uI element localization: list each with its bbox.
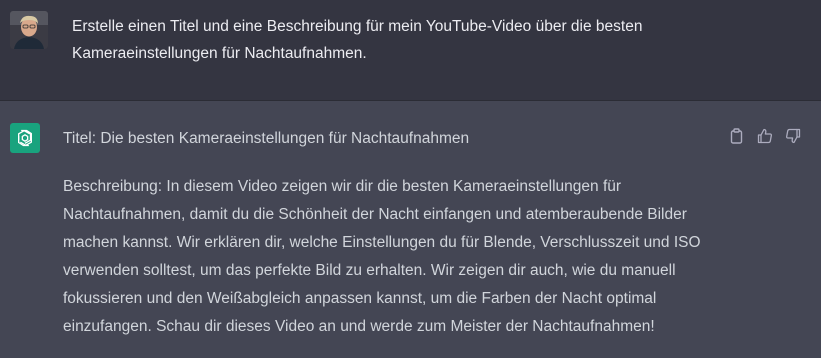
answer-description: Beschreibung: In diesem Video zeigen wir…	[63, 173, 753, 341]
user-message-line: Erstelle einen Titel und eine Beschreibu…	[72, 18, 643, 35]
description-line: Beschreibung: In diesem Video zeigen wir…	[63, 178, 622, 195]
user-message-line: Kameraeinstellungen für Nachtaufnahmen.	[72, 45, 367, 62]
thumbs-down-button[interactable]	[784, 127, 801, 144]
user-avatar	[10, 11, 48, 49]
assistant-message-text: Titel: Die besten Kameraeinstellungen fü…	[63, 125, 753, 341]
thumbs-up-button[interactable]	[756, 127, 773, 144]
description-line: machen kannst. Wir erklären dir, welche …	[63, 234, 701, 251]
assistant-avatar	[10, 123, 40, 153]
copy-button[interactable]	[728, 127, 745, 144]
thumbs-up-icon	[757, 128, 772, 143]
description-line: Nachtaufnahmen, damit du die Schönheit d…	[63, 206, 687, 223]
description-line: fokussieren und den Weißabgleich anpasse…	[63, 290, 657, 307]
message-actions	[728, 127, 801, 144]
chat-thread: Erstelle einen Titel und eine Beschreibu…	[0, 0, 821, 358]
description-line: verwenden solltest, um das perfekte Bild…	[63, 262, 676, 279]
user-message-row: Erstelle einen Titel und eine Beschreibu…	[0, 0, 821, 101]
answer-title-line: Titel: Die besten Kameraeinstellungen fü…	[63, 130, 470, 147]
copy-icon	[730, 127, 743, 144]
description-line: einzufangen. Schau dir dieses Video an u…	[63, 318, 655, 335]
user-avatar-photo	[10, 11, 48, 49]
assistant-message-row: Titel: Die besten Kameraeinstellungen fü…	[0, 101, 821, 358]
openai-logo-icon	[18, 129, 32, 147]
user-message-text: Erstelle einen Titel und eine Beschreibu…	[72, 13, 772, 67]
thumbs-down-icon	[785, 128, 800, 143]
